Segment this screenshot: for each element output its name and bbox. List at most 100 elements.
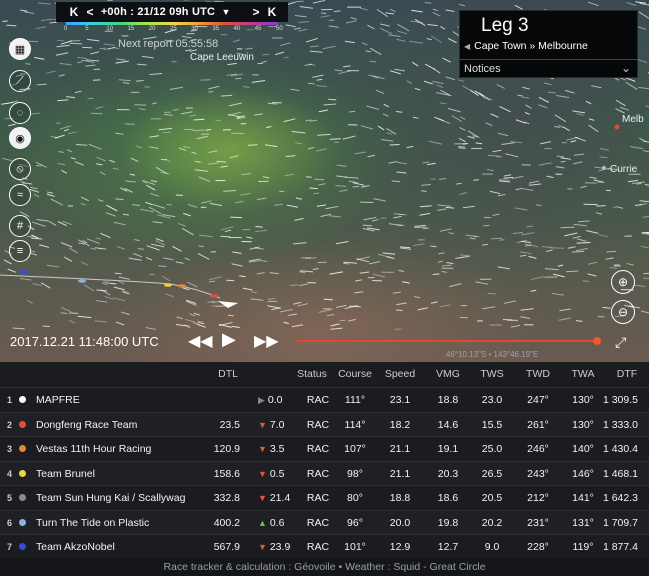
rank: 3: [7, 444, 13, 454]
rank: 6: [7, 517, 13, 528]
table-row[interactable]: 2 Dongfeng Race Team 23.5 ▼ 7.0 RAC 114° 18.2 1…: [0, 411, 649, 437]
tws-value: 15.5: [481, 418, 503, 431]
course-value: 107°: [344, 443, 366, 455]
tws-value: 20.2: [481, 516, 503, 529]
dtl-change-value: 3.5: [269, 443, 285, 455]
play-button[interactable]: ▶: [222, 329, 236, 350]
wind-map[interactable]: K < +00h : 21/12 09h UTC ▼ > K 0 5 10 15 20 2…: [0, 0, 649, 362]
speed-value: 21.1: [389, 467, 411, 480]
route-arrow-icon: ◀: [464, 42, 471, 51]
route-icon[interactable]: ⟋: [9, 70, 31, 92]
boat-brunel[interactable]: [164, 283, 172, 287]
boat-dongfeng[interactable]: [210, 294, 218, 298]
dtl-value: 120.9: [213, 443, 240, 455]
compass-icon[interactable]: ◌: [9, 102, 31, 124]
currie-marker: [602, 166, 606, 170]
col-dtf: DTF: [616, 368, 638, 380]
dtl-change-value: 23.9: [269, 541, 291, 553]
dtl-change-value: 21.4: [269, 492, 291, 504]
dtf-value: 1 309.5: [602, 394, 638, 406]
waves-icon[interactable]: ≈: [9, 184, 31, 206]
chevron-down-icon[interactable]: ▼: [218, 7, 234, 17]
table-row[interactable]: 5 Team Sun Hung Kai / Scallywag 332.8 ▼ 21.…: [0, 485, 649, 509]
cursor-coordinates: 46°10.13"S • 143°46.19"E: [446, 350, 539, 359]
map-icon[interactable]: ▦: [9, 38, 31, 60]
last-forecast-button[interactable]: K: [264, 5, 280, 19]
boat-tide[interactable]: [78, 279, 86, 283]
trend-icon: ▼: [258, 444, 267, 454]
trend-icon: ▲: [258, 517, 267, 528]
trend-icon: ▼: [258, 419, 267, 430]
boat-mapfre[interactable]: [218, 301, 238, 308]
vmg-value: 12.7: [437, 541, 459, 553]
dtl-value: 332.8: [213, 492, 240, 504]
dtf-value: 1 709.7: [602, 516, 638, 529]
tws-value: 26.5: [481, 467, 503, 480]
notices-dropdown[interactable]: Notices ⌄: [460, 59, 637, 77]
team-color-dot: [19, 494, 26, 501]
tws-value: 20.5: [481, 492, 503, 504]
col-twa: TWA: [571, 368, 595, 380]
zoom-icon[interactable]: ⊖: [611, 300, 635, 324]
leg-route-label: Cape Town » Melbourne: [474, 40, 588, 52]
trend-icon: ▼: [258, 468, 267, 479]
vmg-value: 18.8: [437, 394, 459, 406]
status-value: RAC: [306, 492, 330, 504]
dtl-change: ▼ 7.0: [258, 413, 288, 437]
notices-label: Notices: [464, 63, 501, 75]
dtf-value: 1 430.4: [602, 443, 638, 455]
team-name: Vestas 11th Hour Racing: [36, 443, 152, 455]
dtl-change-value: 0.5: [269, 467, 285, 480]
grid-icon[interactable]: #: [9, 215, 31, 237]
status-value: RAC: [306, 541, 330, 553]
first-forecast-button[interactable]: K: [66, 5, 82, 19]
wind-icon[interactable]: ⦸: [9, 158, 31, 180]
boat-focus-icon[interactable]: ◉: [9, 127, 31, 149]
dtl-value: [190, 388, 240, 412]
leg-title: Leg 3: [481, 15, 529, 36]
dtl-change: ▼ 21.4: [258, 486, 291, 510]
course-value: 111°: [344, 394, 366, 406]
vmg-value: 19.1: [437, 443, 459, 455]
wind-scale-label: 50: [276, 26, 283, 32]
table-row[interactable]: 1 MAPFRE ▶ 0.0 RAC 111° 23.1 18.8 23.0 247° 130° 1…: [0, 387, 649, 411]
playback-datetime: 2017.12.21 11:48:00 UTC: [10, 334, 159, 349]
col-dtl: DTL: [218, 368, 238, 380]
team-color-dot: [19, 518, 26, 526]
vmg-value: 19.8: [437, 516, 459, 529]
boat-vestas[interactable]: [178, 284, 186, 288]
trend-icon: ▼: [258, 493, 267, 503]
team-name: Dongfeng Race Team: [36, 418, 138, 431]
dtf-value: 1 333.0: [602, 418, 638, 431]
table-row[interactable]: 4 Team Brunel 158.6 ▼ 0.5 RAC 98° 21.1 20.3 26.5…: [0, 460, 649, 485]
prev-forecast-button[interactable]: <: [82, 5, 98, 19]
forecast-time: +00h : 21/12 09h UTC: [100, 6, 216, 18]
next-forecast-button[interactable]: >: [248, 5, 264, 19]
leg-route: ◀ Cape Town » Melbourne: [464, 40, 588, 52]
wind-scale-label: 10: [106, 26, 114, 32]
rank: 5: [7, 493, 13, 503]
twd-value: 246°: [527, 443, 549, 455]
fast-forward-button[interactable]: ▶▶: [254, 331, 279, 351]
wind-scale-label: 25: [170, 26, 177, 32]
rewind-button[interactable]: ◀◀: [188, 331, 213, 351]
boat-akzonobel[interactable]: [19, 270, 29, 274]
layers-icon[interactable]: ≡: [9, 240, 31, 262]
team-color-dot: [19, 445, 26, 452]
crosshair-icon[interactable]: ⊕: [611, 270, 635, 294]
rank: 2: [7, 419, 13, 430]
status-value: RAC: [306, 443, 330, 455]
timeline-handle[interactable]: [593, 337, 601, 345]
twd-value: 243°: [527, 467, 549, 480]
table-row[interactable]: 3 Vestas 11th Hour Racing 120.9 ▼ 3.5 RAC 107…: [0, 436, 649, 460]
wind-speed-scale: 0 5 10 15 20 25 30 35 40 45 50: [56, 22, 288, 34]
dtl-change: ▼ 3.5: [258, 437, 288, 461]
boat-scallywag[interactable]: [102, 281, 110, 285]
table-row[interactable]: 7 Team AkzoNobel 567.9 ▼ 23.9 RAC 101° 12.9 12.…: [0, 534, 649, 558]
table-row[interactable]: 6 Turn The Tide on Plastic 400.2 ▲ 0.6 RAC 96…: [0, 509, 649, 534]
fullscreen-icon[interactable]: ⤢: [615, 334, 626, 351]
rank: 1: [7, 395, 13, 405]
col-tws: TWS: [480, 368, 504, 380]
timeline-track[interactable]: [296, 340, 596, 342]
trend-icon: ▶: [258, 395, 265, 405]
